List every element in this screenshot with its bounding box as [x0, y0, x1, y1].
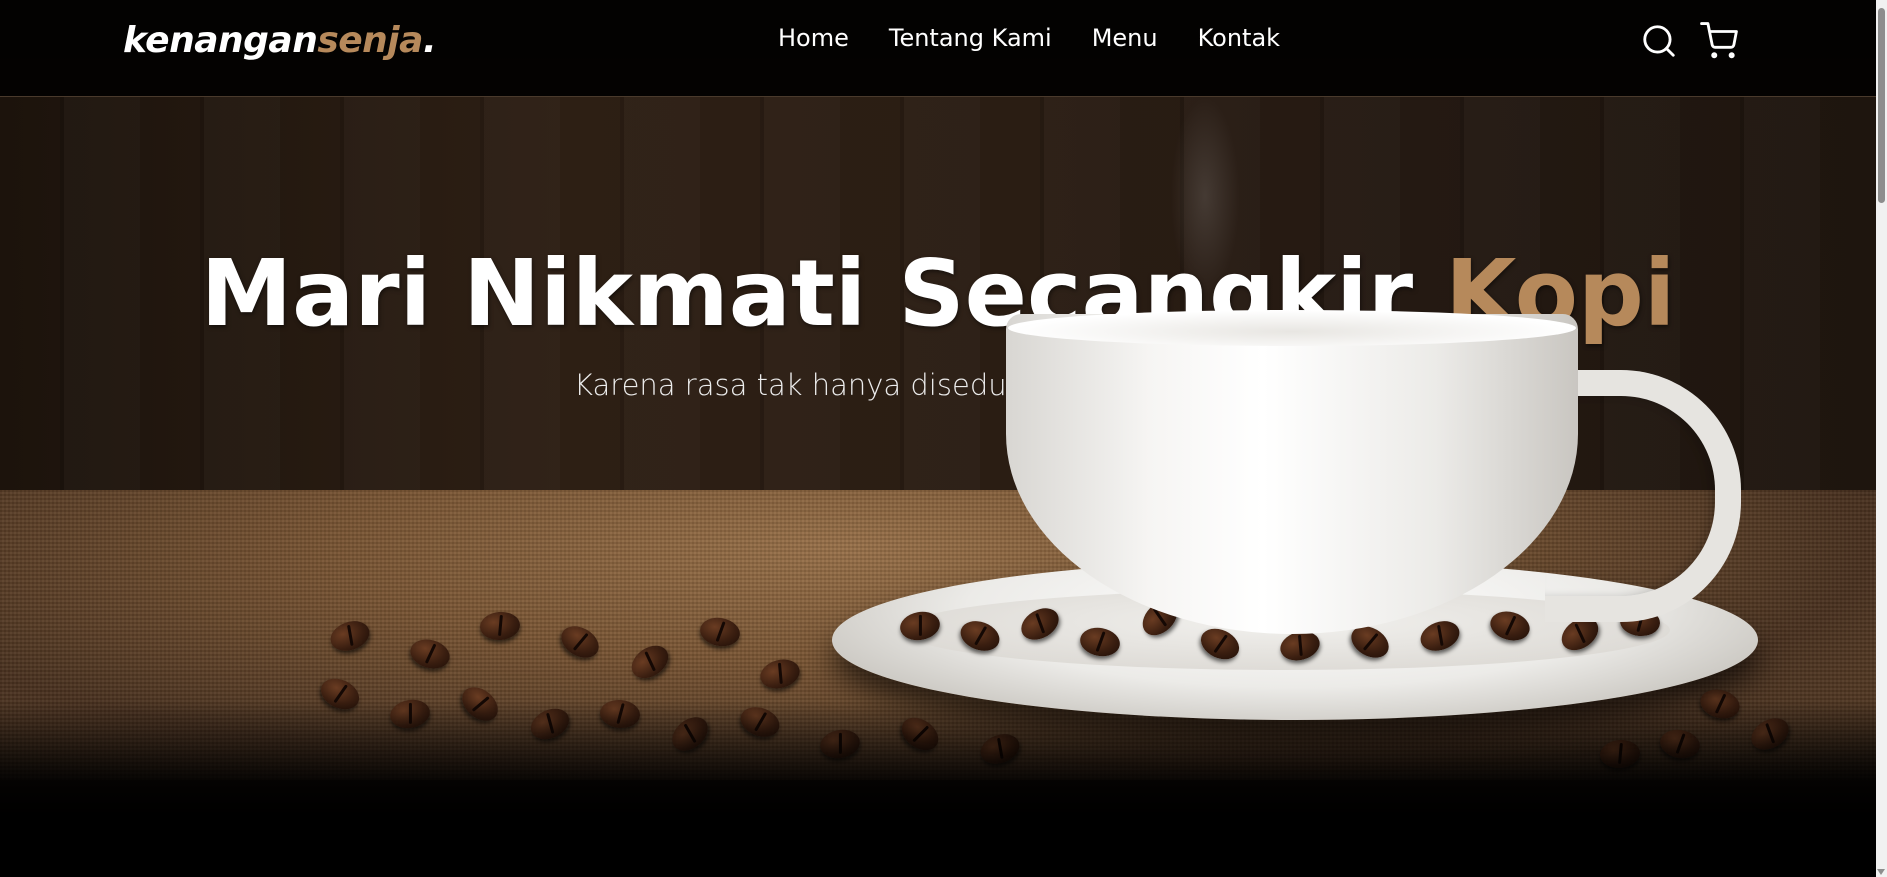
brand-name-accent: senja — [317, 20, 423, 61]
nav-icons — [1640, 22, 1738, 60]
navbar: kenangansenja. Home Tentang Kami Menu Ko… — [0, 0, 1876, 97]
coffee-cup-image — [0, 0, 1876, 877]
nav-link-kontak[interactable]: Kontak — [1198, 24, 1280, 52]
search-icon[interactable] — [1640, 22, 1678, 60]
nav-link-menu[interactable]: Menu — [1092, 24, 1158, 52]
nav-link-tentang-kami[interactable]: Tentang Kami — [889, 24, 1052, 52]
shopping-cart-icon[interactable] — [1700, 22, 1738, 60]
cup-rim — [1008, 310, 1576, 346]
brand-name-dot: . — [422, 20, 437, 61]
brand-name-main: kenangan — [123, 20, 318, 61]
viewport: Mari Nikmati Secangkir Kopi Karena rasa … — [0, 0, 1876, 877]
nav-link-home[interactable]: Home — [778, 24, 849, 52]
scrollbar-thumb[interactable] — [1878, 8, 1885, 203]
brand-logo[interactable]: kenangansenja. — [123, 20, 437, 61]
nav-links: Home Tentang Kami Menu Kontak — [778, 24, 1280, 52]
scrollbar-down-arrow[interactable] — [1877, 869, 1885, 875]
page-scrollbar[interactable] — [1876, 0, 1887, 877]
